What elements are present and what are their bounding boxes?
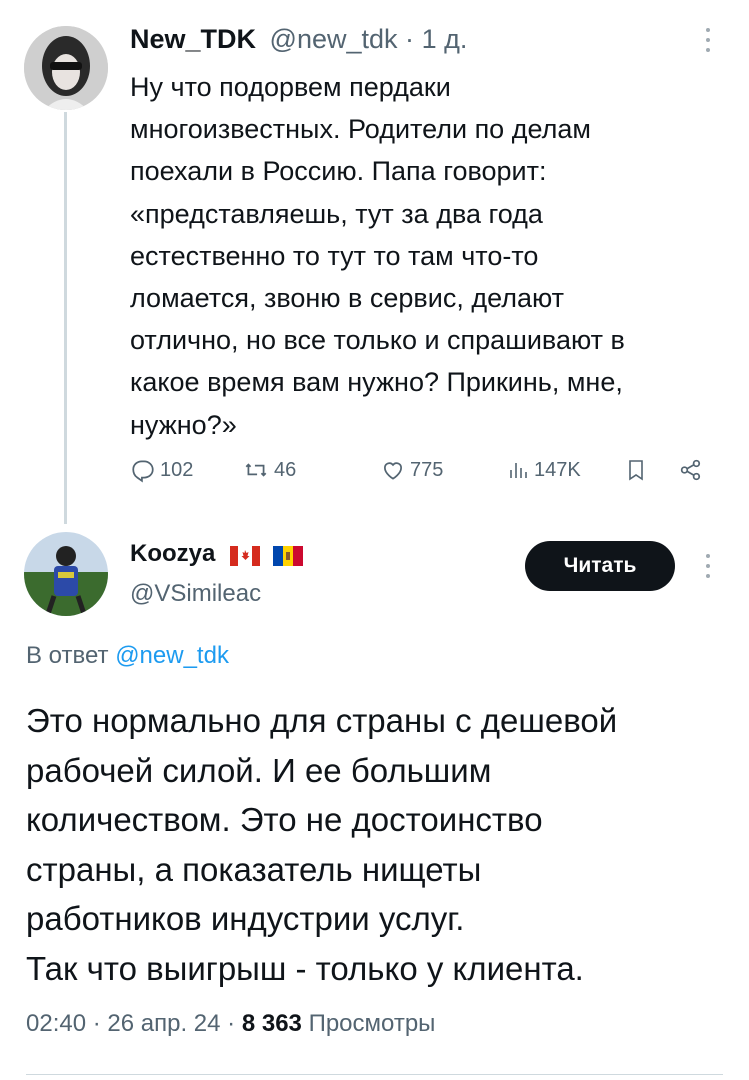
tweet1-line: Ну что подорвем пердаки bbox=[130, 72, 451, 102]
tweet1-line: естественно то тут то там что-то bbox=[130, 240, 539, 271]
heart-icon bbox=[384, 462, 402, 480]
tweet1-more-icon[interactable] bbox=[698, 26, 718, 56]
tweet2-line: количеством. Это не достоинство bbox=[26, 801, 543, 838]
retweet-count: 46 bbox=[274, 458, 297, 481]
tweet2-views-count: 8 363 bbox=[241, 1010, 302, 1037]
tweet2-display-name[interactable]: Koozya bbox=[130, 540, 215, 567]
tweet2-time[interactable]: 02:40 bbox=[26, 1010, 86, 1037]
tweet2-date[interactable]: 26 апр. 24 bbox=[107, 1010, 220, 1037]
tweet2-meta: 02:40 · 26 апр. 24 · 8 363 Просмотры bbox=[26, 1010, 435, 1038]
tweet2-line: рабочей силой. И ее большим bbox=[26, 751, 492, 789]
tweet1-line: «представляешь, тут за два года bbox=[130, 198, 543, 229]
tweet1-separator: · bbox=[405, 24, 415, 54]
tweet2-line: Это нормально для страны с дешевой bbox=[26, 702, 618, 739]
meta-dot: · bbox=[92, 1010, 101, 1037]
tweet2-handle[interactable]: @VSimileac bbox=[130, 580, 261, 608]
tweet1-time[interactable]: 1 д. bbox=[422, 24, 468, 54]
tweet1-line: многоизвестных. Родители по делам bbox=[130, 114, 591, 145]
reply-to-link[interactable]: @new_tdk bbox=[115, 642, 229, 669]
tweet1-header: New_TDK @new_tdk · 1 д. bbox=[130, 24, 467, 55]
share-button[interactable] bbox=[678, 450, 708, 490]
follow-button[interactable]: Читать bbox=[525, 541, 675, 591]
tweet1-text: Ну что подорвем пердаки многоизвестных. … bbox=[130, 66, 720, 446]
reply-prefix: В ответ bbox=[26, 642, 109, 669]
moldova-flag-icon bbox=[272, 545, 303, 566]
tweet2-more-icon[interactable] bbox=[698, 552, 718, 582]
tweet2-name-row: Koozya bbox=[130, 540, 303, 568]
reply-context: В ответ @new_tdk bbox=[26, 642, 229, 670]
tweet2-line: страны, а показатель нищеты bbox=[26, 850, 482, 888]
views-button[interactable]: 147K bbox=[506, 450, 581, 490]
tweet2-line: работников индустрии услуг. bbox=[26, 900, 465, 937]
views-icon bbox=[510, 463, 527, 478]
share-icon bbox=[680, 459, 701, 481]
like-button[interactable]: 775 bbox=[380, 450, 443, 490]
retweet-icon bbox=[245, 463, 267, 477]
tweet1-line: ломается, звоню в сервис, делают bbox=[130, 283, 565, 314]
tweet1-line: какое время вам нужно? Прикинь, мне, bbox=[130, 367, 623, 398]
avatar-new-tdk[interactable] bbox=[24, 26, 108, 110]
bookmark-icon bbox=[629, 460, 643, 481]
meta-dot: · bbox=[227, 1010, 236, 1037]
like-count: 775 bbox=[410, 458, 444, 481]
tweet1-line: отлично, но все только и спрашивают в bbox=[130, 325, 625, 356]
tweet1-handle[interactable]: @new_tdk bbox=[270, 24, 398, 54]
tweet2-views-label: Просмотры bbox=[308, 1010, 436, 1037]
tweet1-line: нужно?» bbox=[130, 409, 237, 440]
tweet1-display-name[interactable]: New_TDK bbox=[130, 24, 256, 54]
reply-icon bbox=[132, 460, 154, 483]
reply-count: 102 bbox=[160, 458, 194, 481]
reply-button[interactable]: 102 bbox=[130, 450, 193, 490]
retweet-button[interactable]: 46 bbox=[242, 450, 296, 490]
tweet1-actions: 102 46 775 147K bbox=[128, 450, 728, 490]
canada-flag-icon bbox=[230, 545, 261, 566]
avatar-koozya[interactable] bbox=[24, 532, 108, 616]
avatar-photo-icon bbox=[24, 26, 108, 110]
tweet1-line: поехали в Россию. Папа говорит: bbox=[130, 156, 547, 187]
tweet2-line: Так что выигрыш - только у клиента. bbox=[26, 949, 584, 987]
bookmark-button[interactable] bbox=[624, 450, 652, 490]
divider bbox=[26, 1074, 723, 1075]
tweet2-text: Это нормально для страны с дешевой рабоч… bbox=[26, 696, 726, 993]
thread-line bbox=[64, 112, 67, 524]
avatar-photo-icon bbox=[24, 532, 108, 616]
views-count: 147K bbox=[534, 458, 581, 481]
